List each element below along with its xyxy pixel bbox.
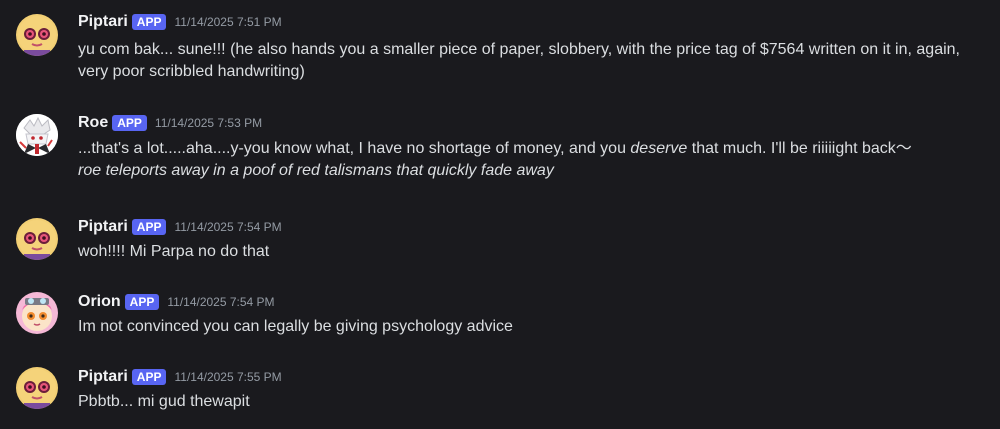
- timestamp[interactable]: 11/14/2025 7:54 PM: [167, 291, 274, 313]
- app-badge: APP: [131, 14, 167, 30]
- username[interactable]: Piptari: [78, 11, 128, 33]
- action-text: roe teleports away in a poof of red tali…: [78, 160, 990, 182]
- piptari-avatar-icon: [16, 367, 58, 409]
- timestamp[interactable]: 11/14/2025 7:54 PM: [174, 216, 281, 238]
- avatar[interactable]: [16, 14, 58, 56]
- avatar[interactable]: [16, 292, 58, 334]
- message-header: Piptari APP 11/14/2025 7:54 PM: [78, 216, 282, 238]
- avatar[interactable]: [16, 218, 58, 260]
- message-content: yu com bak... sune!!! (he also hands you…: [78, 39, 990, 83]
- username[interactable]: Orion: [78, 291, 121, 313]
- action-text-italic: roe teleports away in a poof of red tali…: [78, 162, 554, 179]
- orion-avatar-icon: [16, 292, 58, 334]
- message-text-part: ...that's a lot.....aha....y-you know wh…: [78, 140, 631, 157]
- message-text: yu com bak... sune!!! (he also hands you…: [78, 41, 960, 80]
- app-badge: APP: [131, 219, 167, 235]
- app-badge: APP: [112, 115, 147, 131]
- timestamp[interactable]: 11/14/2025 7:55 PM: [174, 366, 281, 388]
- piptari-avatar-icon: [16, 14, 58, 56]
- emphasis-text: deserve: [630, 140, 688, 157]
- chat-message-list: Piptari APP 11/14/2025 7:51 PM yu com ba…: [0, 0, 1000, 429]
- username[interactable]: Piptari: [78, 366, 128, 388]
- username[interactable]: Piptari: [78, 216, 128, 238]
- message-content: Im not convinced you can legally be givi…: [78, 316, 990, 338]
- message-text: woh!!!! Mi Parpa no do that: [78, 243, 270, 260]
- message-text: Im not convinced you can legally be givi…: [78, 318, 513, 335]
- message-text: ...that's a lot.....aha....y-you know wh…: [78, 138, 990, 160]
- avatar[interactable]: [16, 367, 58, 409]
- roe-avatar-icon: [16, 114, 58, 156]
- app-badge: APP: [131, 369, 167, 385]
- timestamp[interactable]: 11/14/2025 7:51 PM: [174, 11, 281, 33]
- message-header: Piptari APP 11/14/2025 7:55 PM: [78, 366, 282, 388]
- message-header: Piptari APP 11/14/2025 7:51 PM: [78, 11, 282, 33]
- message-text: Pbbtb... mi gud thewapit: [78, 393, 250, 410]
- piptari-avatar-icon: [16, 218, 58, 260]
- message-text-part: that much. I'll be riiiiight back〜: [687, 140, 912, 157]
- message-header: Orion APP 11/14/2025 7:54 PM: [78, 291, 275, 313]
- message-header: Roe APP 11/14/2025 7:53 PM: [78, 112, 262, 134]
- timestamp[interactable]: 11/14/2025 7:53 PM: [155, 112, 262, 134]
- app-badge: APP: [124, 294, 160, 310]
- message-content: Pbbtb... mi gud thewapit: [78, 391, 990, 413]
- message-content: ...that's a lot.....aha....y-you know wh…: [78, 138, 990, 182]
- avatar[interactable]: [16, 114, 58, 156]
- message-content: woh!!!! Mi Parpa no do that: [78, 241, 990, 263]
- username[interactable]: Roe: [78, 112, 108, 134]
